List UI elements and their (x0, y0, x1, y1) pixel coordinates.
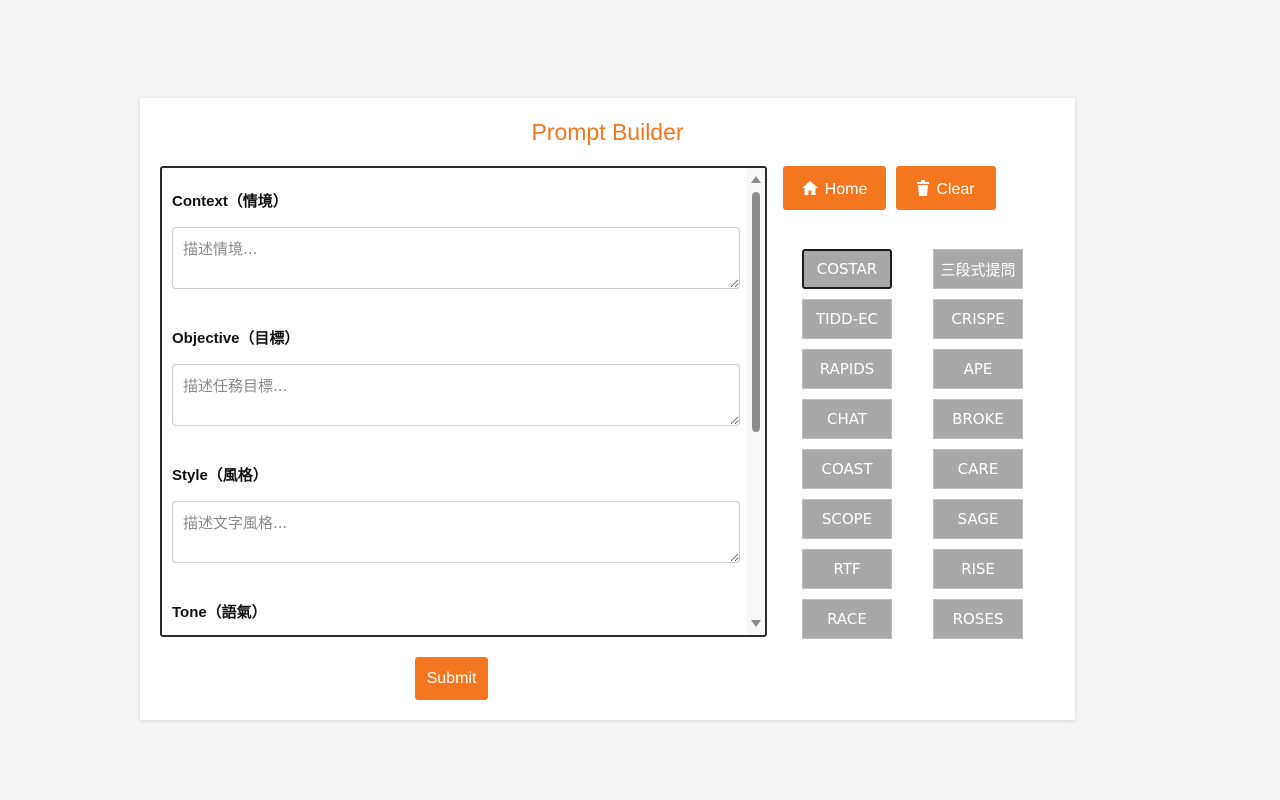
framework-button-ape[interactable]: APE (933, 349, 1023, 389)
objective-label: Objective（目標） (172, 330, 300, 347)
style-textarea[interactable] (172, 501, 740, 563)
framework-button-coast[interactable]: COAST (802, 449, 892, 489)
scroll-up-arrow-icon[interactable] (751, 176, 761, 183)
framework-button-crispe[interactable]: CRISPE (933, 299, 1023, 339)
framework-button-rise[interactable]: RISE (933, 549, 1023, 589)
style-field-group: Style（風格） (172, 466, 740, 563)
trash-icon (917, 180, 930, 196)
form-scrollbar[interactable] (747, 168, 765, 635)
framework-button-race[interactable]: RACE (802, 599, 892, 639)
prompt-form-scroll-area[interactable]: Context（情境） Objective（目標） Style（風格） Tone… (162, 168, 747, 635)
framework-grid: COSTAR 三段式提問 TIDD-EC CRISPE RAPIDS APE C… (802, 249, 1024, 639)
framework-button-care[interactable]: CARE (933, 449, 1023, 489)
framework-button-sage[interactable]: SAGE (933, 499, 1023, 539)
framework-button-scope[interactable]: SCOPE (802, 499, 892, 539)
home-button-label: Home (824, 181, 868, 198)
scrollbar-thumb[interactable] (752, 192, 760, 432)
home-button[interactable]: Home (783, 166, 886, 210)
framework-button-broke[interactable]: BROKE (933, 399, 1023, 439)
objective-field-group: Objective（目標） (172, 329, 740, 426)
prompt-builder-card: Prompt Builder Context（情境） Objective（目標）… (140, 98, 1075, 720)
style-label: Style（風格） (172, 467, 268, 484)
tone-label: Tone（語氣） (172, 604, 267, 621)
context-label: Context（情境） (172, 193, 288, 210)
clear-button[interactable]: Clear (896, 166, 996, 210)
tone-field-group: Tone（語氣） (172, 603, 737, 635)
context-textarea[interactable] (172, 227, 740, 289)
submit-button[interactable]: Submit (415, 657, 488, 700)
framework-button-roses[interactable]: ROSES (933, 599, 1023, 639)
scroll-down-arrow-icon[interactable] (751, 620, 761, 627)
prompt-form-panel[interactable]: Context（情境） Objective（目標） Style（風格） Tone… (160, 166, 767, 637)
framework-button-rapids[interactable]: RAPIDS (802, 349, 892, 389)
framework-button-chat[interactable]: CHAT (802, 399, 892, 439)
page-title: Prompt Builder (531, 119, 684, 145)
framework-button-tidd-ec[interactable]: TIDD-EC (802, 299, 892, 339)
objective-textarea[interactable] (172, 364, 740, 426)
context-field-group: Context（情境） (172, 192, 740, 289)
framework-button-three-step-question[interactable]: 三段式提問 (933, 249, 1023, 289)
framework-button-costar[interactable]: COSTAR (802, 249, 892, 289)
home-icon (801, 180, 818, 196)
clear-button-label: Clear (936, 181, 975, 198)
framework-button-rtf[interactable]: RTF (802, 549, 892, 589)
